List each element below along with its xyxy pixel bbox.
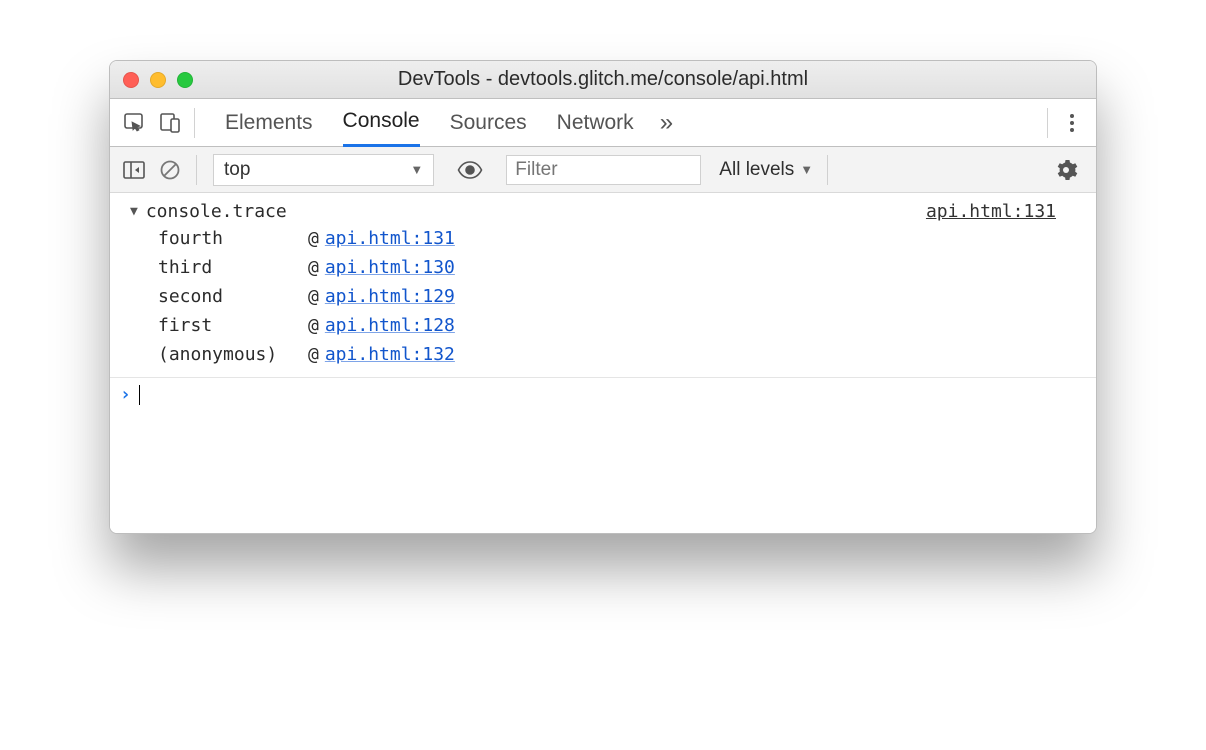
live-expression-icon[interactable] bbox=[452, 152, 488, 188]
stack-frame-fn: third bbox=[158, 257, 308, 278]
devtools-menu-button[interactable] bbox=[1054, 105, 1090, 141]
inspect-element-icon[interactable] bbox=[116, 105, 152, 141]
window-maximize-button[interactable] bbox=[177, 72, 193, 88]
stack-frame-fn: (anonymous) bbox=[158, 344, 308, 365]
stack-frame-link[interactable]: api.html:132 bbox=[325, 344, 455, 365]
titlebar: DevTools - devtools.glitch.me/console/ap… bbox=[110, 61, 1096, 99]
more-tabs-button[interactable]: » bbox=[660, 109, 673, 137]
stack-frame-link[interactable]: api.html:129 bbox=[325, 286, 455, 307]
tabbar-divider bbox=[194, 108, 195, 138]
filter-input[interactable] bbox=[506, 155, 701, 185]
window-close-button[interactable] bbox=[123, 72, 139, 88]
stack-frame-fn: first bbox=[158, 315, 308, 336]
stack-frame-fn: fourth bbox=[158, 228, 308, 249]
prompt-chevron-icon: › bbox=[120, 384, 131, 405]
trace-label: console.trace bbox=[146, 201, 287, 222]
device-toggle-icon[interactable] bbox=[152, 105, 188, 141]
stack-frame: fourth @ api.html:131 bbox=[110, 226, 1096, 255]
stack-frame-at: @ bbox=[308, 315, 319, 336]
stack-frame-link[interactable]: api.html:131 bbox=[325, 228, 455, 249]
log-levels-select[interactable]: All levels ▼ bbox=[719, 159, 813, 181]
console-prompt-row: › bbox=[110, 377, 1096, 411]
stack-frame-fn: second bbox=[158, 286, 308, 307]
window-traffic-lights bbox=[123, 72, 193, 88]
clear-console-icon[interactable] bbox=[152, 152, 188, 188]
tab-network[interactable]: Network bbox=[557, 99, 634, 147]
tabs-container: Elements Console Sources Network bbox=[225, 99, 634, 147]
console-settings-icon[interactable] bbox=[1048, 152, 1084, 188]
console-toolbar: top ▼ All levels ▼ bbox=[110, 147, 1096, 193]
tabbar-end-divider bbox=[1047, 108, 1048, 138]
stack-frame-at: @ bbox=[308, 228, 319, 249]
stack-frame: third @ api.html:130 bbox=[110, 255, 1096, 284]
source-link[interactable]: api.html:131 bbox=[926, 201, 1056, 222]
tab-elements[interactable]: Elements bbox=[225, 99, 313, 147]
stack-frame-at: @ bbox=[308, 257, 319, 278]
tab-sources[interactable]: Sources bbox=[450, 99, 527, 147]
window-title: DevTools - devtools.glitch.me/console/ap… bbox=[110, 68, 1096, 91]
stack-frame-at: @ bbox=[308, 286, 319, 307]
log-levels-label: All levels bbox=[719, 159, 794, 181]
stack-frame: (anonymous) @ api.html:132 bbox=[110, 342, 1096, 371]
toolbar-divider-2 bbox=[827, 155, 828, 185]
console-entry: ▼ console.trace api.html:131 bbox=[110, 197, 1096, 226]
execution-context-select[interactable]: top ▼ bbox=[213, 154, 434, 186]
chevron-down-icon: ▼ bbox=[800, 162, 813, 177]
devtools-window: DevTools - devtools.glitch.me/console/ap… bbox=[109, 60, 1097, 534]
stack-frame-link[interactable]: api.html:128 bbox=[325, 315, 455, 336]
stack-frame: first @ api.html:128 bbox=[110, 313, 1096, 342]
stack-frame-link[interactable]: api.html:130 bbox=[325, 257, 455, 278]
console-input[interactable] bbox=[139, 385, 140, 405]
toolbar-divider-1 bbox=[196, 155, 197, 185]
chevron-down-icon: ▼ bbox=[410, 162, 423, 177]
stack-frame-at: @ bbox=[308, 344, 319, 365]
devtools-tabbar: Elements Console Sources Network » bbox=[110, 99, 1096, 147]
collapse-toggle-icon[interactable]: ▼ bbox=[130, 204, 138, 219]
stack-frame: second @ api.html:129 bbox=[110, 284, 1096, 313]
toggle-console-sidebar-icon[interactable] bbox=[116, 152, 152, 188]
tab-console[interactable]: Console bbox=[343, 99, 420, 147]
execution-context-value: top bbox=[224, 159, 250, 181]
console-output: ▼ console.trace api.html:131 fourth @ ap… bbox=[110, 193, 1096, 533]
window-minimize-button[interactable] bbox=[150, 72, 166, 88]
